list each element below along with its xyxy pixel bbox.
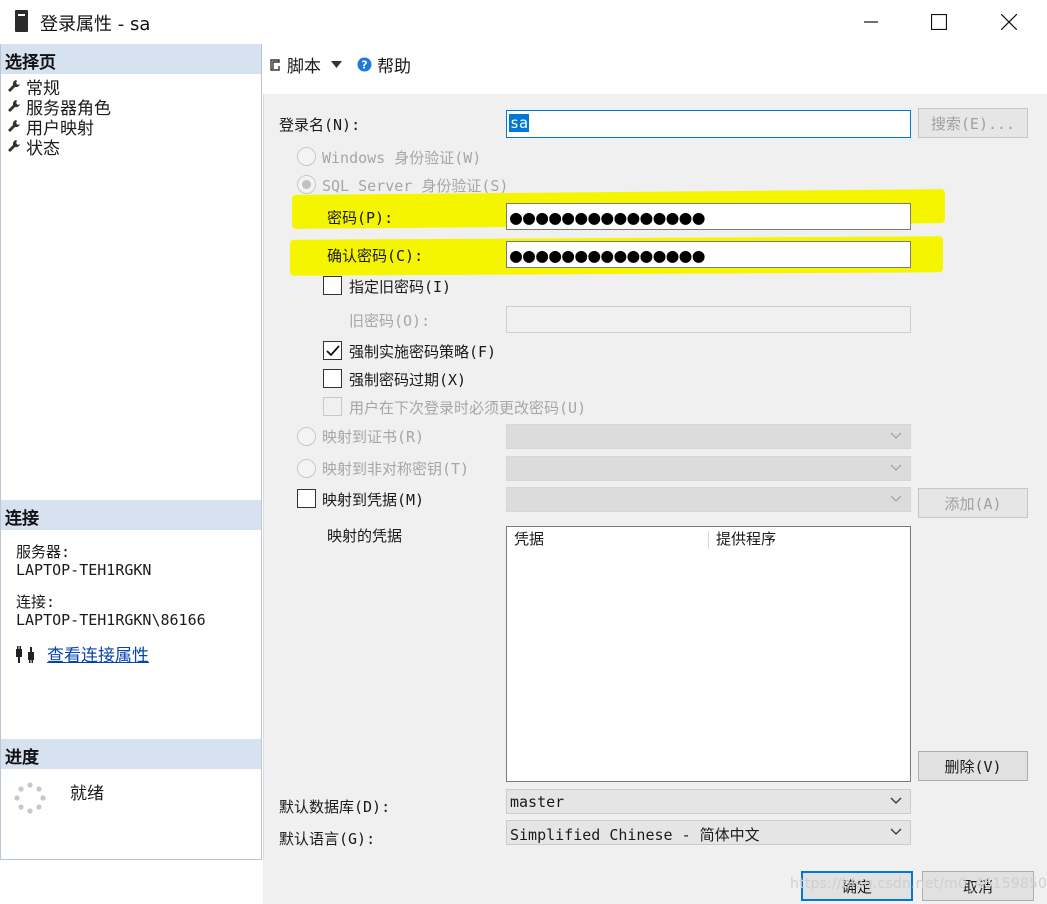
chevron-down-icon bbox=[890, 464, 902, 471]
windows-auth-radio[interactable] bbox=[297, 147, 316, 166]
must-change-label: 用户在下次登录时必须更改密码(U) bbox=[349, 399, 587, 417]
default-database-value: master bbox=[510, 793, 565, 811]
script-label: 脚本 bbox=[287, 57, 321, 77]
map-asymmetric-key-label: 映射到非对称密钥(T) bbox=[322, 460, 470, 478]
plug-icon bbox=[16, 646, 34, 663]
confirm-password-label: 确认密码(C): bbox=[327, 247, 424, 265]
title-bar: 登录属性 - sa bbox=[0, 0, 1047, 44]
progress-header: 进度 bbox=[1, 739, 261, 769]
add-credential-button[interactable]: 添加(A) bbox=[918, 488, 1028, 518]
default-language-label: 默认语言(G): bbox=[279, 830, 376, 848]
default-database-select[interactable]: master bbox=[506, 789, 911, 814]
progress-status: 就绪 bbox=[70, 784, 104, 804]
login-name-value: sa bbox=[509, 114, 530, 132]
minimize-icon bbox=[864, 21, 878, 23]
view-connection-properties-link[interactable]: 查看连接属性 bbox=[47, 641, 149, 666]
connection-header: 连接 bbox=[1, 500, 261, 530]
wrench-icon bbox=[8, 80, 20, 92]
script-icon bbox=[270, 58, 280, 71]
map-credential-label: 映射到凭据(M) bbox=[322, 491, 425, 509]
confirm-password-value: ●●●●●●●●●●●●●●● bbox=[510, 243, 706, 267]
login-name-input[interactable]: sa bbox=[506, 110, 911, 138]
mapped-credentials-label: 映射的凭据 bbox=[327, 527, 403, 545]
enforce-policy-checkbox[interactable] bbox=[323, 341, 342, 360]
map-certificate-radio[interactable] bbox=[297, 427, 316, 446]
close-icon bbox=[1001, 14, 1017, 30]
sql-auth-radio[interactable] bbox=[297, 175, 316, 194]
map-certificate-label: 映射到证书(R) bbox=[322, 428, 425, 446]
page-status-label: 状态 bbox=[26, 138, 60, 159]
window-title: 登录属性 - sa bbox=[40, 14, 151, 35]
confirm-password-input[interactable]: ●●●●●●●●●●●●●●● bbox=[506, 241, 911, 268]
wrench-icon bbox=[8, 120, 20, 132]
help-button[interactable]: ? 帮助 bbox=[357, 52, 411, 77]
old-password-label: 旧密码(O): bbox=[349, 312, 431, 330]
default-language-select[interactable]: Simplified Chinese - 简体中文 bbox=[506, 820, 911, 845]
minimize-button[interactable] bbox=[848, 0, 894, 44]
specify-old-password-checkbox[interactable] bbox=[323, 276, 342, 295]
chevron-down-icon bbox=[331, 61, 342, 68]
login-name-label: 登录名(N): bbox=[279, 116, 361, 134]
page-status[interactable]: 状态 bbox=[7, 136, 60, 159]
left-panel: 选择页 常规 服务器角色 用户映射 状态 连接 服务器: LAPTOP-TEH1… bbox=[0, 44, 262, 860]
asymmetric-key-select[interactable] bbox=[506, 456, 911, 481]
connection-value: LAPTOP-TEH1RGKN\86166 bbox=[16, 611, 206, 629]
default-language-value: Simplified Chinese - 简体中文 bbox=[510, 826, 760, 844]
progress-spinner-icon bbox=[14, 782, 46, 814]
windows-auth-label: Windows 身份验证(W) bbox=[322, 149, 482, 167]
select-page-header: 选择页 bbox=[1, 44, 261, 74]
credential-select[interactable] bbox=[506, 487, 911, 512]
password-input[interactable]: ●●●●●●●●●●●●●●● bbox=[506, 203, 911, 230]
old-password-input[interactable] bbox=[506, 306, 911, 333]
server-value: LAPTOP-TEH1RGKN bbox=[16, 561, 152, 579]
server-label: 服务器: bbox=[16, 543, 71, 561]
remove-credential-button[interactable]: 删除(V) bbox=[918, 751, 1028, 781]
grid-column-provider[interactable]: 提供程序 bbox=[716, 528, 776, 549]
chevron-down-icon bbox=[890, 432, 902, 439]
script-button[interactable]: 脚本 bbox=[269, 52, 342, 77]
enforce-policy-label: 强制实施密码策略(F) bbox=[349, 343, 497, 361]
app-icon bbox=[15, 10, 28, 32]
chevron-down-icon bbox=[890, 797, 902, 804]
password-value: ●●●●●●●●●●●●●●● bbox=[510, 205, 706, 229]
chevron-down-icon bbox=[890, 828, 902, 835]
search-button[interactable]: 搜索(E)... bbox=[918, 108, 1028, 138]
maximize-button[interactable] bbox=[916, 0, 962, 44]
must-change-checkbox[interactable] bbox=[323, 397, 342, 416]
connection-label: 连接: bbox=[16, 593, 56, 611]
map-credential-checkbox[interactable] bbox=[297, 489, 316, 508]
enforce-expiration-checkbox[interactable] bbox=[323, 369, 342, 388]
checkmark-icon bbox=[326, 345, 340, 357]
wrench-icon bbox=[8, 100, 20, 112]
toolbar: 脚本 ? 帮助 bbox=[263, 44, 1047, 94]
grid-column-credential[interactable]: 凭据 bbox=[514, 528, 544, 549]
map-asymmetric-key-radio[interactable] bbox=[297, 459, 316, 478]
specify-old-password-label: 指定旧密码(I) bbox=[349, 278, 452, 296]
certificate-select[interactable] bbox=[506, 424, 911, 449]
help-label: 帮助 bbox=[377, 57, 411, 77]
column-divider bbox=[708, 531, 709, 549]
default-database-label: 默认数据库(D): bbox=[279, 798, 391, 816]
password-label: 密码(P): bbox=[327, 209, 394, 227]
wrench-icon bbox=[8, 140, 20, 152]
help-icon: ? bbox=[357, 57, 372, 72]
mapped-credentials-grid[interactable]: 凭据 提供程序 bbox=[506, 526, 911, 782]
chevron-down-icon bbox=[890, 495, 902, 502]
maximize-icon bbox=[931, 14, 947, 30]
enforce-expiration-label: 强制密码过期(X) bbox=[349, 371, 467, 389]
close-button[interactable] bbox=[986, 0, 1032, 44]
svg-text:?: ? bbox=[361, 59, 367, 72]
watermark: https://blog.csdn.net/m0_46159850 bbox=[790, 876, 1047, 892]
